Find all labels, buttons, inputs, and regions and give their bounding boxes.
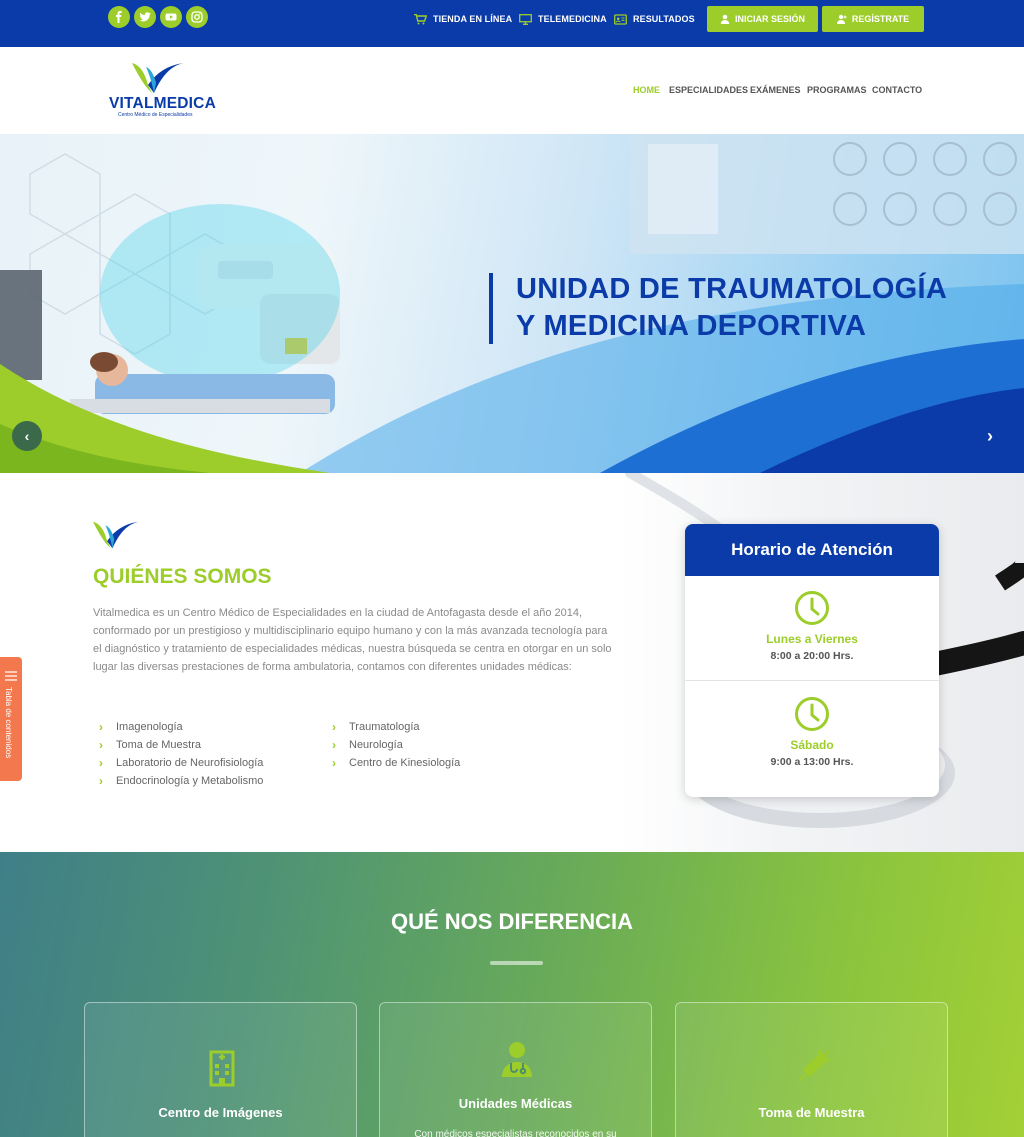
weekday-hours: Lunes a Viernes 8:00 a 20:00 Hrs.	[685, 590, 939, 662]
about-title: QUIÉNES SOMOS	[93, 565, 272, 588]
unit-item: › Traumatología	[332, 720, 420, 734]
hero-slider: UNIDAD DE TRAUMATOLOGÍA Y MEDICINA DEPOR…	[0, 134, 1024, 473]
list-icon	[5, 671, 17, 681]
facebook-icon[interactable]	[108, 6, 130, 28]
hero-title-line-1: UNIDAD DE TRAUMATOLOGÍA	[516, 273, 948, 305]
hours-card: Horario de Atención Lunes a Viernes 8:00…	[685, 524, 939, 797]
id-card-icon	[614, 13, 627, 25]
telemedicine-link[interactable]: TELEMEDICINA	[519, 12, 607, 26]
unit-label: Toma de Muestra	[116, 739, 201, 751]
vitalmedica-small-logo-icon	[93, 521, 139, 549]
title-underline	[490, 961, 543, 965]
slider-prev-button[interactable]: ‹	[12, 421, 42, 451]
instagram-icon[interactable]	[186, 6, 208, 28]
clock-icon	[795, 591, 829, 625]
syringe-icon	[798, 1049, 831, 1082]
about-description: Vitalmedica es un Centro Médico de Espec…	[93, 607, 612, 673]
unit-item: › Centro de Kinesiología	[332, 756, 460, 770]
results-link[interactable]: RESULTADOS	[614, 12, 695, 26]
unit-item: › Endocrinología y Metabolismo	[99, 774, 263, 788]
table-of-contents-tab[interactable]: Tabla de contenidos	[0, 657, 22, 781]
twitter-icon[interactable]	[134, 6, 156, 28]
feature-card[interactable]: Centro de Imágenes	[84, 1002, 357, 1137]
slider-next-button[interactable]: ›	[980, 424, 1000, 448]
feature-card-label: Unidades Médicas	[458, 1096, 573, 1111]
feature-card-text: Con médicos especialistas reconocidos en…	[414, 1129, 617, 1137]
unit-label: Imagenología	[116, 721, 183, 733]
chevron-right-icon: ›	[332, 738, 336, 752]
cart-icon	[414, 13, 427, 24]
store-label: TIENDA EN LÍNEA	[433, 14, 513, 24]
feature-card[interactable]: Unidades Médicas Con médicos especialist…	[379, 1002, 652, 1137]
logo-subtitle: Centro Médico de Especialidades	[118, 112, 193, 118]
telemedicine-label: TELEMEDICINA	[538, 14, 607, 24]
chevron-right-icon: ›	[99, 738, 103, 752]
nav-contacto[interactable]: CONTACTO	[872, 85, 922, 95]
unit-label: Centro de Kinesiología	[349, 757, 461, 769]
saturday-label: Sábado	[790, 738, 834, 752]
top-bar: TIENDA EN LÍNEA TELEMEDICINA RESULTADOS …	[0, 0, 1024, 47]
unit-label: Neurología	[349, 739, 403, 751]
hero-title: UNIDAD DE TRAUMATOLOGÍA Y MEDICINA DEPOR…	[516, 271, 947, 345]
monitor-icon	[519, 13, 532, 25]
login-label: INICIAR SESIÓN	[734, 14, 805, 24]
weekday-label: Lunes a Viernes	[766, 632, 858, 646]
weekday-time: 8:00 a 20:00 Hrs.	[770, 650, 854, 662]
unit-item: › Laboratorio de Neurofisiología	[99, 756, 263, 770]
chevron-right-icon: ›	[332, 756, 336, 770]
youtube-icon[interactable]	[160, 6, 182, 28]
saturday-time: 9:00 a 13:00 Hrs.	[770, 756, 854, 768]
unit-item: › Neurología	[332, 738, 403, 752]
building-icon	[209, 1050, 235, 1087]
user-icon	[720, 14, 730, 24]
clock-icon	[795, 697, 829, 731]
logo-text: VITALMEDICA	[109, 95, 216, 112]
chevron-right-icon: ›	[99, 756, 103, 770]
chevron-right-icon: ›	[99, 720, 103, 734]
saturday-hours: Sábado 9:00 a 13:00 Hrs.	[685, 696, 939, 768]
difference-section: QUÉ NOS DIFERENCIA Centro de Imágenes Un…	[0, 852, 1024, 1137]
main-header: VITALMEDICA Centro Médico de Especialida…	[0, 47, 1024, 134]
chevron-right-icon: ›	[99, 774, 103, 788]
hero-title-bar	[489, 273, 493, 344]
unit-label: Laboratorio de Neurofisiología	[116, 757, 264, 769]
register-button[interactable]: REGÍSTRATE	[822, 6, 924, 32]
about-section: QUIÉNES SOMOS Vitalmedica es un Centro M…	[0, 473, 1024, 852]
feature-card-label: Centro de Imágenes	[158, 1105, 283, 1120]
feature-card-label: Toma de Muestra	[758, 1105, 865, 1120]
doctor-icon	[502, 1042, 532, 1077]
user-plus-icon	[836, 14, 847, 24]
store-link[interactable]: TIENDA EN LÍNEA	[414, 12, 512, 26]
hours-divider	[685, 680, 939, 681]
difference-title: QUÉ NOS DIFERENCIA	[390, 909, 634, 934]
nav-programas[interactable]: PROGRAMAS	[807, 85, 867, 95]
nav-home[interactable]: HOME	[633, 85, 660, 95]
unit-item: › Toma de Muestra	[99, 738, 201, 752]
chevron-right-icon: ›	[332, 720, 336, 734]
vitalmedica-logo-icon[interactable]	[132, 63, 184, 93]
results-label: RESULTADOS	[633, 14, 695, 24]
chevron-right-icon: ›	[987, 425, 993, 446]
nav-especialidades[interactable]: ESPECIALIDADES	[669, 85, 748, 95]
unit-item: › Imagenología	[99, 720, 183, 734]
login-button[interactable]: INICIAR SESIÓN	[707, 6, 818, 32]
table-of-contents-label: Tabla de contenidos	[4, 687, 13, 759]
hours-title: Horario de Atención	[685, 524, 939, 576]
register-label: REGÍSTRATE	[851, 14, 910, 24]
unit-label: Traumatología	[349, 721, 420, 733]
feature-card[interactable]: Toma de Muestra	[675, 1002, 948, 1137]
unit-label: Endocrinología y Metabolismo	[116, 775, 264, 787]
nav-examenes[interactable]: EXÁMENES	[750, 85, 801, 95]
chevron-left-icon: ‹	[24, 428, 30, 444]
hero-title-line-2: Y MEDICINA DEPORTIVA	[516, 310, 867, 342]
